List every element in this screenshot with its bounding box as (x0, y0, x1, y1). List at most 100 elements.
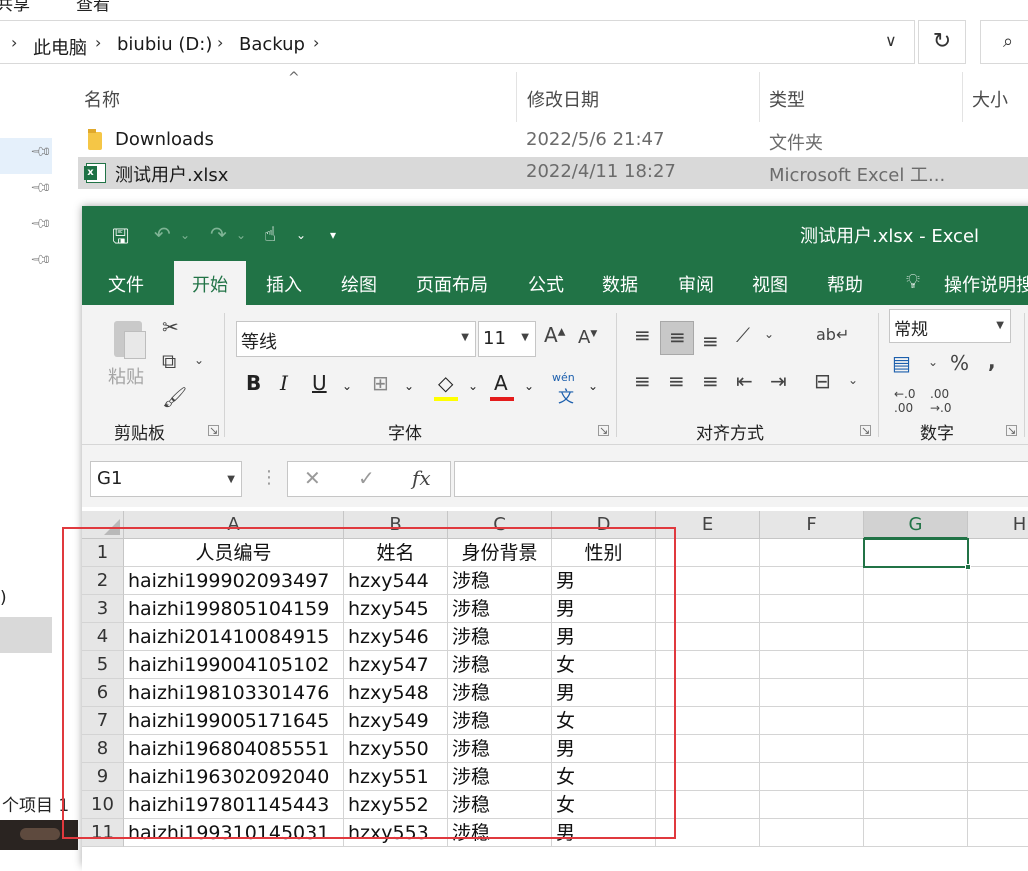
comma-style-icon[interactable]: , (988, 349, 996, 373)
tab-share[interactable]: 共享 (0, 0, 30, 15)
chevron-down-icon[interactable]: ∨ (885, 31, 897, 50)
cell-g3[interactable] (864, 595, 968, 623)
row-header-2[interactable]: 2 (82, 567, 124, 595)
cell-a2[interactable]: haizhi199902093497 (124, 567, 344, 595)
cell-e9[interactable] (656, 763, 760, 791)
chevron-down-icon[interactable]: ⌄ (848, 373, 858, 387)
pin-icon[interactable]: 📌︎ (29, 212, 53, 236)
cell-d4[interactable]: 男 (552, 623, 656, 651)
chevron-down-icon[interactable]: ⌄ (764, 327, 774, 341)
cell-c5[interactable]: 涉稳 (448, 651, 552, 679)
breadcrumb-this-pc[interactable]: 此电脑 (33, 34, 87, 60)
percent-icon[interactable]: % (950, 351, 969, 375)
column-header-g[interactable]: G (864, 511, 968, 539)
cell-f3[interactable] (760, 595, 864, 623)
cell-c9[interactable]: 涉稳 (448, 763, 552, 791)
chevron-down-icon[interactable]: ⌄ (296, 228, 306, 242)
column-header-d[interactable]: D (552, 511, 656, 539)
cut-icon[interactable]: ✂ (162, 315, 179, 339)
cell-c2[interactable]: 涉稳 (448, 567, 552, 595)
accounting-format-icon[interactable]: ▤ (892, 351, 911, 375)
cell-e3[interactable] (656, 595, 760, 623)
cell-d10[interactable]: 女 (552, 791, 656, 819)
cell-f2[interactable] (760, 567, 864, 595)
chevron-right-icon[interactable]: › (217, 33, 223, 52)
chevron-down-icon[interactable]: ⌄ (342, 379, 352, 393)
resize-handle-icon[interactable]: ⋮ (260, 467, 278, 488)
file-row-downloads[interactable]: Downloads 2022/5/6 21:47 文件夹 (78, 125, 1028, 157)
dialog-launcher-icon[interactable]: ↘ (1006, 425, 1017, 436)
cell-h2[interactable] (968, 567, 1028, 595)
tab-home[interactable]: 开始 (174, 261, 246, 305)
cell-h5[interactable] (968, 651, 1028, 679)
refresh-button[interactable]: ↻ (918, 20, 966, 64)
cell-a3[interactable]: haizhi199805104159 (124, 595, 344, 623)
cell-a1[interactable]: 人员编号 (124, 539, 344, 567)
cell-f7[interactable] (760, 707, 864, 735)
undo-icon[interactable]: ↶ (154, 222, 171, 246)
cell-g5[interactable] (864, 651, 968, 679)
row-header-4[interactable]: 4 (82, 623, 124, 651)
cell-e8[interactable] (656, 735, 760, 763)
cell-f1[interactable] (760, 539, 864, 567)
cell-d8[interactable]: 男 (552, 735, 656, 763)
borders-icon[interactable]: ⊞ (372, 371, 389, 395)
align-top-icon[interactable]: ≡ (634, 323, 651, 347)
column-divider[interactable] (962, 72, 963, 122)
row-header-1[interactable]: 1 (82, 539, 124, 567)
column-type[interactable]: 类型 (769, 86, 805, 112)
cell-b1[interactable]: 姓名 (344, 539, 448, 567)
column-date[interactable]: 修改日期 (527, 86, 599, 112)
cell-b10[interactable]: hzxy552 (344, 791, 448, 819)
cell-f4[interactable] (760, 623, 864, 651)
cancel-icon[interactable]: ✕ (304, 466, 321, 490)
row-header-8[interactable]: 8 (82, 735, 124, 763)
cell-h8[interactable] (968, 735, 1028, 763)
align-middle-button[interactable]: ≡ (660, 321, 694, 355)
tab-formulas[interactable]: 公式 (528, 271, 564, 297)
cell-b9[interactable]: hzxy551 (344, 763, 448, 791)
customize-qat-icon[interactable]: ▾ (330, 228, 336, 242)
cell-g4[interactable] (864, 623, 968, 651)
cell-a10[interactable]: haizhi197801145443 (124, 791, 344, 819)
cell-b3[interactable]: hzxy545 (344, 595, 448, 623)
lightbulb-icon[interactable]: 💡︎ (906, 269, 920, 293)
fill-color-icon[interactable]: ◇ (438, 371, 453, 395)
cell-f10[interactable] (760, 791, 864, 819)
select-all-button[interactable] (82, 511, 124, 539)
address-bar[interactable]: › 此电脑 › biubiu (D:) › Backup › ∨ (0, 20, 915, 64)
chevron-down-icon[interactable]: ⌄ (588, 379, 598, 393)
row-header-11[interactable]: 11 (82, 819, 124, 847)
cell-h11[interactable] (968, 819, 1028, 847)
column-header-c[interactable]: C (448, 511, 552, 539)
chevron-down-icon[interactable]: ⌄ (194, 353, 204, 367)
cell-d2[interactable]: 男 (552, 567, 656, 595)
column-divider[interactable] (516, 72, 517, 122)
cell-d11[interactable]: 男 (552, 819, 656, 847)
cell-d6[interactable]: 男 (552, 679, 656, 707)
cell-d9[interactable]: 女 (552, 763, 656, 791)
align-center-icon[interactable]: ≡ (668, 369, 685, 393)
active-cell-selection[interactable] (863, 538, 969, 568)
tab-review[interactable]: 审阅 (678, 271, 714, 297)
column-divider[interactable] (759, 72, 760, 122)
worksheet-grid[interactable]: A B C D E F G H 1 人员编号 姓名 身份背景 性别 2 haizhi199902093497… (82, 511, 1028, 871)
increase-font-icon[interactable]: A▲ (544, 323, 565, 347)
cell-a9[interactable]: haizhi196302092040 (124, 763, 344, 791)
chevron-right-icon[interactable]: › (11, 33, 17, 52)
cell-f6[interactable] (760, 679, 864, 707)
save-icon[interactable]: 🖫 (112, 222, 129, 256)
cell-c10[interactable]: 涉稳 (448, 791, 552, 819)
cell-e7[interactable] (656, 707, 760, 735)
cell-e1[interactable] (656, 539, 760, 567)
chevron-down-icon[interactable]: ⌄ (180, 228, 190, 242)
enter-icon[interactable]: ✓ (358, 466, 375, 490)
cell-c6[interactable]: 涉稳 (448, 679, 552, 707)
cell-a7[interactable]: haizhi199005171645 (124, 707, 344, 735)
cell-b2[interactable]: hzxy544 (344, 567, 448, 595)
nav-item-label-cut[interactable]: ) (0, 588, 7, 608)
align-bottom-icon[interactable]: ≡ (702, 329, 719, 353)
breadcrumb-drive[interactable]: biubiu (D:) (117, 34, 212, 55)
insert-function-icon[interactable]: fx (412, 466, 431, 490)
cell-c11[interactable]: 涉稳 (448, 819, 552, 847)
